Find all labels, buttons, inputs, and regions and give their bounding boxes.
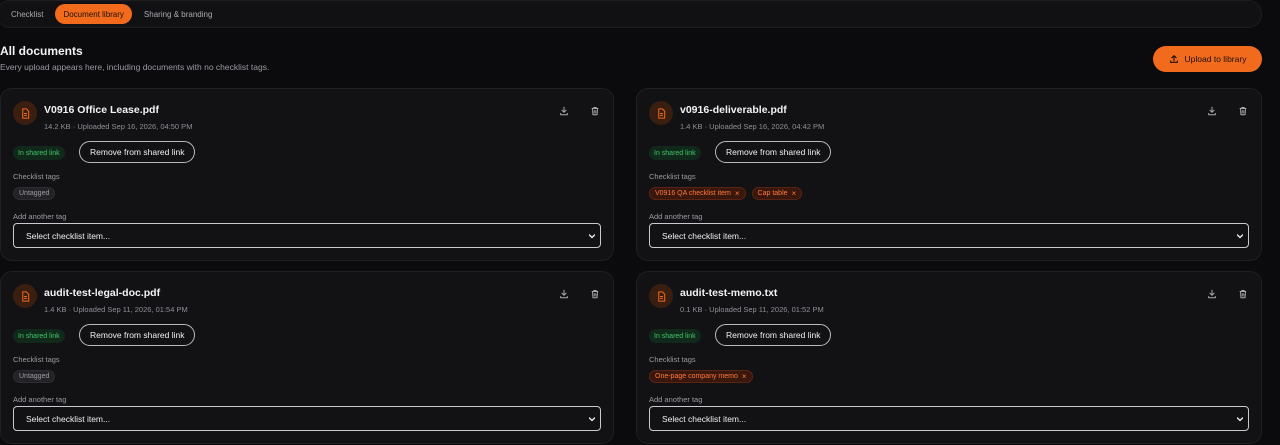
checklist-tags-label: Checklist tags bbox=[649, 172, 696, 181]
document-card: audit-test-memo.txt 0.1 KB · Uploaded Se… bbox=[636, 271, 1262, 444]
tag-label: Cap table bbox=[757, 190, 788, 197]
untagged-badge: Untagged bbox=[13, 370, 56, 383]
checklist-item-select[interactable]: Select checklist item... bbox=[13, 223, 601, 248]
checklist-tags-label: Checklist tags bbox=[649, 355, 696, 364]
tab-sharing-branding[interactable]: Sharing & branding bbox=[136, 4, 221, 24]
tag-label: One-page company memo bbox=[655, 373, 738, 380]
file-icon bbox=[13, 101, 37, 125]
chevron-down-icon bbox=[1236, 416, 1244, 421]
tags-row: Untagged bbox=[13, 370, 56, 383]
page-subtitle: Every upload appears here, including doc… bbox=[0, 62, 270, 72]
document-card: V0916 Office Lease.pdf 14.2 KB · Uploade… bbox=[0, 88, 614, 261]
download-icon[interactable] bbox=[558, 105, 570, 117]
remove-from-shared-link-button[interactable]: Remove from shared link bbox=[715, 141, 832, 163]
add-tag-label: Add another tag bbox=[649, 212, 703, 221]
close-icon[interactable]: × bbox=[792, 189, 797, 198]
upload-button-label: Upload to library bbox=[1184, 54, 1247, 64]
checklist-tags-label: Checklist tags bbox=[13, 172, 60, 181]
trash-icon[interactable] bbox=[1237, 105, 1249, 117]
add-tag-label: Add another tag bbox=[649, 395, 703, 404]
select-value: Select checklist item... bbox=[26, 413, 111, 424]
chevron-down-icon bbox=[1236, 233, 1244, 238]
document-name: V0916 Office Lease.pdf bbox=[44, 104, 159, 116]
document-card: audit-test-legal-doc.pdf 1.4 KB · Upload… bbox=[0, 271, 614, 444]
select-value: Select checklist item... bbox=[662, 413, 747, 424]
in-shared-link-badge: In shared link bbox=[649, 146, 701, 160]
tag-label: V0916 QA checklist item bbox=[655, 190, 731, 197]
tags-row: One-page company memo × bbox=[649, 370, 753, 383]
document-meta: 1.4 KB · Uploaded Sep 16, 2026, 04:42 PM bbox=[680, 122, 825, 131]
chevron-down-icon bbox=[588, 233, 596, 238]
document-name: audit-test-legal-doc.pdf bbox=[44, 287, 161, 299]
select-value: Select checklist item... bbox=[26, 230, 111, 241]
add-tag-label: Add another tag bbox=[13, 395, 67, 404]
tab-checklist[interactable]: Checklist bbox=[3, 4, 51, 24]
tab-document-library[interactable]: Document library bbox=[55, 4, 132, 24]
checklist-item-select[interactable]: Select checklist item... bbox=[13, 406, 601, 431]
checklist-item-select[interactable]: Select checklist item... bbox=[649, 406, 1249, 431]
remove-from-shared-link-button[interactable]: Remove from shared link bbox=[79, 324, 196, 346]
trash-icon[interactable] bbox=[589, 105, 601, 117]
download-icon[interactable] bbox=[1206, 288, 1218, 300]
tab-bar: Checklist Document library Sharing & bra… bbox=[0, 0, 1262, 28]
close-icon[interactable]: × bbox=[735, 189, 740, 198]
download-icon[interactable] bbox=[558, 288, 570, 300]
trash-icon[interactable] bbox=[589, 288, 601, 300]
document-name: v0916-deliverable.pdf bbox=[680, 104, 787, 116]
tags-row: Untagged bbox=[13, 187, 56, 200]
document-meta: 1.4 KB · Uploaded Sep 11, 2026, 01:54 PM bbox=[44, 305, 188, 314]
checklist-tag: V0916 QA checklist item × bbox=[649, 187, 746, 200]
document-name: audit-test-memo.txt bbox=[680, 287, 778, 299]
add-tag-label: Add another tag bbox=[13, 212, 67, 221]
file-icon bbox=[649, 284, 673, 308]
upload-to-library-button[interactable]: Upload to library bbox=[1153, 46, 1262, 72]
file-icon bbox=[649, 101, 673, 125]
remove-from-shared-link-button[interactable]: Remove from shared link bbox=[715, 324, 832, 346]
document-meta: 0.1 KB · Uploaded Sep 11, 2026, 01:52 PM bbox=[680, 305, 824, 314]
document-meta: 14.2 KB · Uploaded Sep 16, 2026, 04:50 P… bbox=[44, 122, 193, 131]
trash-icon[interactable] bbox=[1237, 288, 1249, 300]
upload-icon bbox=[1169, 55, 1178, 63]
in-shared-link-badge: In shared link bbox=[13, 329, 65, 343]
untagged-badge: Untagged bbox=[13, 187, 56, 200]
remove-from-shared-link-button[interactable]: Remove from shared link bbox=[79, 141, 196, 163]
checklist-tag: Cap table × bbox=[751, 187, 803, 200]
document-card: v0916-deliverable.pdf 1.4 KB · Uploaded … bbox=[636, 88, 1262, 261]
checklist-tags-label: Checklist tags bbox=[13, 355, 60, 364]
file-icon bbox=[13, 284, 37, 308]
select-value: Select checklist item... bbox=[662, 230, 747, 241]
in-shared-link-badge: In shared link bbox=[13, 146, 65, 160]
close-icon[interactable]: × bbox=[742, 372, 747, 381]
chevron-down-icon bbox=[588, 416, 596, 421]
page-title: All documents bbox=[0, 44, 83, 58]
checklist-tag: One-page company memo × bbox=[649, 370, 753, 383]
checklist-item-select[interactable]: Select checklist item... bbox=[649, 223, 1249, 248]
download-icon[interactable] bbox=[1206, 105, 1218, 117]
tags-row: V0916 QA checklist item × Cap table × bbox=[649, 187, 803, 200]
in-shared-link-badge: In shared link bbox=[649, 329, 701, 343]
